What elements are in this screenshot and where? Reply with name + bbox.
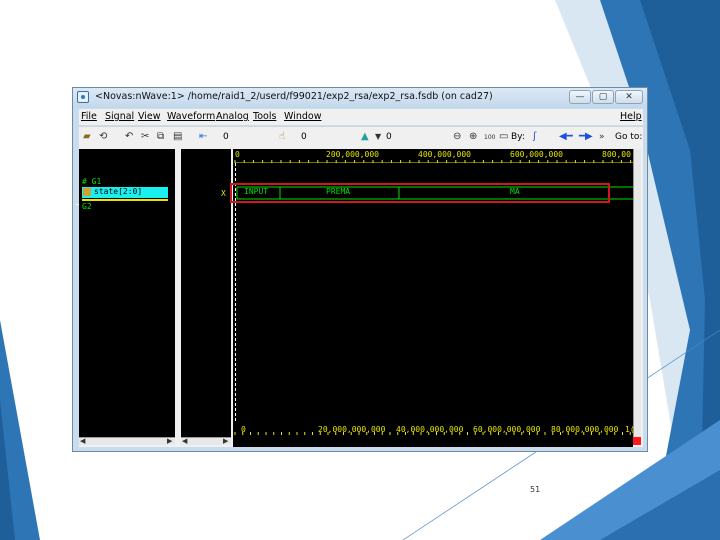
signal-bus-icon — [83, 188, 91, 196]
cursor-tick — [76, 204, 79, 205]
highlight-box — [230, 183, 610, 203]
scroll-right-icon[interactable]: ▶ — [223, 437, 228, 445]
marker-value: 0 — [301, 132, 307, 142]
minimize-button[interactable]: — — [569, 90, 591, 104]
group-g2[interactable]: G2 — [82, 202, 92, 211]
marker-icon[interactable]: ☝ — [279, 131, 285, 143]
title-bar: <Novas:nWave:1> /home/raid1_2/userd/f990… — [73, 88, 647, 108]
top-ruler-label-2: 400,000,000 — [418, 150, 471, 159]
value-pane[interactable]: X — [181, 149, 231, 437]
top-ruler-label-1: 200,000,000 — [326, 150, 379, 159]
zoom-100-icon[interactable]: 100 — [484, 132, 495, 144]
bottom-ruler-label-3: 60,000,000,000 — [473, 425, 541, 434]
cursor-value: 0 — [223, 132, 229, 142]
paste-icon[interactable]: ▤ — [173, 131, 182, 143]
maximize-button[interactable]: ▢ — [592, 90, 614, 104]
scroll-right-icon[interactable]: ▶ — [167, 437, 172, 445]
copy-icon[interactable]: ⧉ — [157, 131, 164, 143]
signal-value: X — [221, 189, 226, 198]
signal-list-pane[interactable]: # G1 state[2:0] G2 — [76, 149, 175, 437]
open-icon[interactable]: ▰ — [83, 131, 91, 143]
window-title: <Novas:nWave:1> /home/raid1_2/userd/f990… — [95, 91, 493, 102]
menu-file[interactable]: File — [81, 111, 97, 122]
nwave-window: <Novas:nWave:1> /home/raid1_2/userd/f990… — [72, 87, 648, 452]
status-indicator — [633, 437, 641, 445]
edge-icon[interactable]: ʃ — [533, 131, 536, 143]
value-pane-scrollbar[interactable]: ◀ ▶ — [181, 437, 231, 445]
by-label: By: — [511, 132, 525, 142]
top-ruler-label-0: 0 — [235, 150, 240, 159]
group-g1[interactable]: # G1 — [82, 177, 101, 186]
bottom-ruler-label-4: 80,000,000,000 — [551, 425, 619, 434]
menu-bar: File Signal View Waveform Analog Tools W… — [79, 109, 643, 125]
more-icon[interactable]: » — [599, 131, 605, 143]
app-icon — [77, 91, 89, 103]
scroll-left-icon[interactable]: ◀ — [80, 437, 85, 445]
chevron-down-icon[interactable]: ▼ — [375, 131, 381, 143]
goto-label: Go to: — [615, 132, 643, 142]
top-ruler-label-3: 600,000,000 — [510, 150, 563, 159]
bottom-ruler-label-0: 0 — [241, 425, 246, 434]
prev-arrow-icon[interactable]: ◀━ — [559, 131, 573, 143]
menu-signal[interactable]: Signal — [105, 111, 134, 122]
menu-analog[interactable]: Analog — [216, 111, 249, 122]
toolbar: ▰ ⟲ ↶ ✂ ⧉ ▤ ⇤ 0 ☝ 0 ▲ ▼ 0 ⊖ ⊕ 100 ▭ By: … — [79, 126, 643, 149]
bottom-ruler-label-2: 40,000,000,000 — [396, 425, 464, 434]
zoom-fit-icon[interactable]: ▭ — [499, 131, 508, 143]
menu-tools[interactable]: Tools — [253, 111, 276, 122]
selected-signal-row[interactable]: state[2:0] — [82, 187, 168, 198]
cut-icon[interactable]: ✂ — [141, 131, 149, 143]
zoom-out-icon[interactable]: ⊖ — [453, 131, 461, 143]
cursor-icon[interactable]: ⇤ — [199, 131, 207, 143]
menu-view[interactable]: View — [138, 111, 161, 122]
insert-marker — [82, 199, 168, 201]
waveform-vertical-scrollbar[interactable] — [633, 149, 641, 437]
reload-icon[interactable]: ⟲ — [99, 131, 107, 143]
undo-icon[interactable]: ↶ — [125, 131, 133, 143]
signal-pane-scrollbar[interactable]: ◀ ▶ — [79, 437, 175, 445]
close-button[interactable]: ✕ — [615, 90, 643, 104]
menu-window[interactable]: Window — [284, 111, 321, 122]
delta-value: 0 — [386, 132, 392, 142]
scroll-left-icon[interactable]: ◀ — [182, 437, 187, 445]
slide-page-number: 51 — [530, 485, 541, 494]
signal-state[interactable]: state[2:0] — [94, 187, 142, 196]
menu-help[interactable]: Help — [620, 111, 642, 122]
bottom-ruler-label-1: 20,000,000,000 — [318, 425, 386, 434]
zoom-in-icon[interactable]: ⊕ — [469, 131, 477, 143]
menu-waveform[interactable]: Waveform — [167, 111, 215, 122]
delta-icon[interactable]: ▲ — [361, 131, 369, 143]
top-ruler-label-4: 800,00 — [602, 150, 631, 159]
next-arrow-icon[interactable]: ━▶ — [579, 131, 593, 143]
